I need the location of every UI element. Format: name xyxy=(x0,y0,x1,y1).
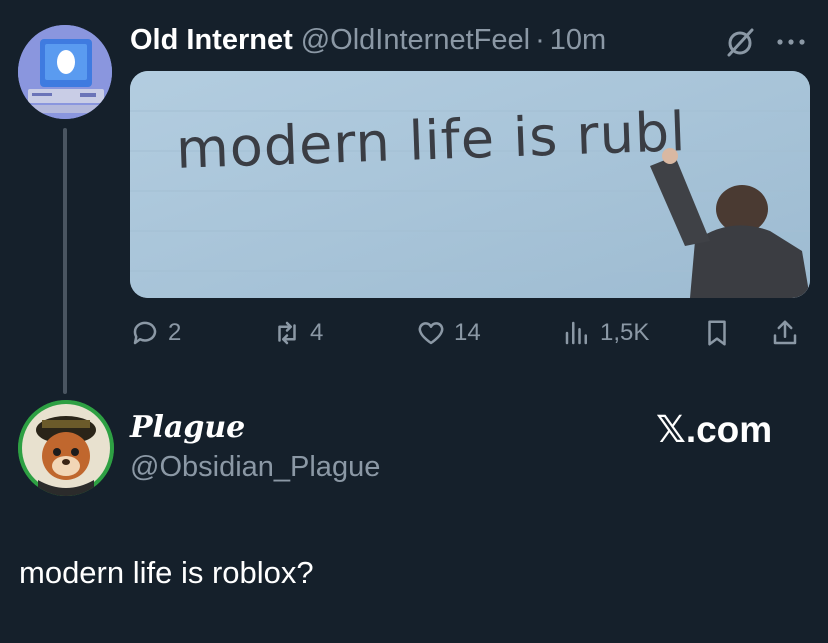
cartoon-character-avatar xyxy=(18,400,114,496)
retweet-button[interactable]: 4 xyxy=(272,313,323,353)
author-avatar-plague[interactable] xyxy=(18,400,114,496)
reply-count: 2 xyxy=(168,319,182,346)
separator-dot: · xyxy=(535,23,545,56)
x-com-watermark: 𝕏.com xyxy=(656,408,772,451)
reply-body-text: modern life is roblox? xyxy=(19,555,314,590)
mute-conversation-icon[interactable] xyxy=(722,24,758,60)
bookmark-button[interactable] xyxy=(702,313,740,353)
analytics-bars-icon xyxy=(565,321,587,345)
watermark-suffix: .com xyxy=(685,409,773,450)
like-button[interactable]: 14 xyxy=(416,313,481,353)
heart-icon xyxy=(418,322,444,345)
bookmark-icon xyxy=(708,320,726,346)
tweet-timestamp[interactable]: 10m xyxy=(550,24,606,57)
views-button[interactable]: 1,5K xyxy=(562,313,649,353)
reply-author-name[interactable]: Plague xyxy=(130,410,245,445)
retro-computer-egg-icon xyxy=(18,25,112,119)
retweet-count: 4 xyxy=(310,319,324,346)
thread-connector-line xyxy=(63,128,67,394)
author-avatar-old-internet[interactable] xyxy=(18,25,112,119)
author-name[interactable]: Old Internet xyxy=(130,24,293,57)
author-handle[interactable]: @OldInternetFeel xyxy=(301,24,530,57)
share-upload-icon xyxy=(773,320,797,345)
tweet-header: Old Internet @OldInternetFeel · 10m xyxy=(130,18,606,62)
reply-author-handle[interactable]: @Obsidian_Plague xyxy=(130,451,380,484)
more-options-icon[interactable] xyxy=(773,24,809,60)
reply-icon xyxy=(133,321,157,345)
like-count: 14 xyxy=(454,319,481,346)
x-logo: 𝕏 xyxy=(656,408,686,451)
retweet-icon xyxy=(278,321,296,345)
reply-button[interactable]: 2 xyxy=(130,313,181,353)
views-count: 1,5K xyxy=(600,319,650,346)
tweet-media-image[interactable]: modern life is rubl xyxy=(130,71,810,298)
share-button[interactable] xyxy=(770,313,808,353)
